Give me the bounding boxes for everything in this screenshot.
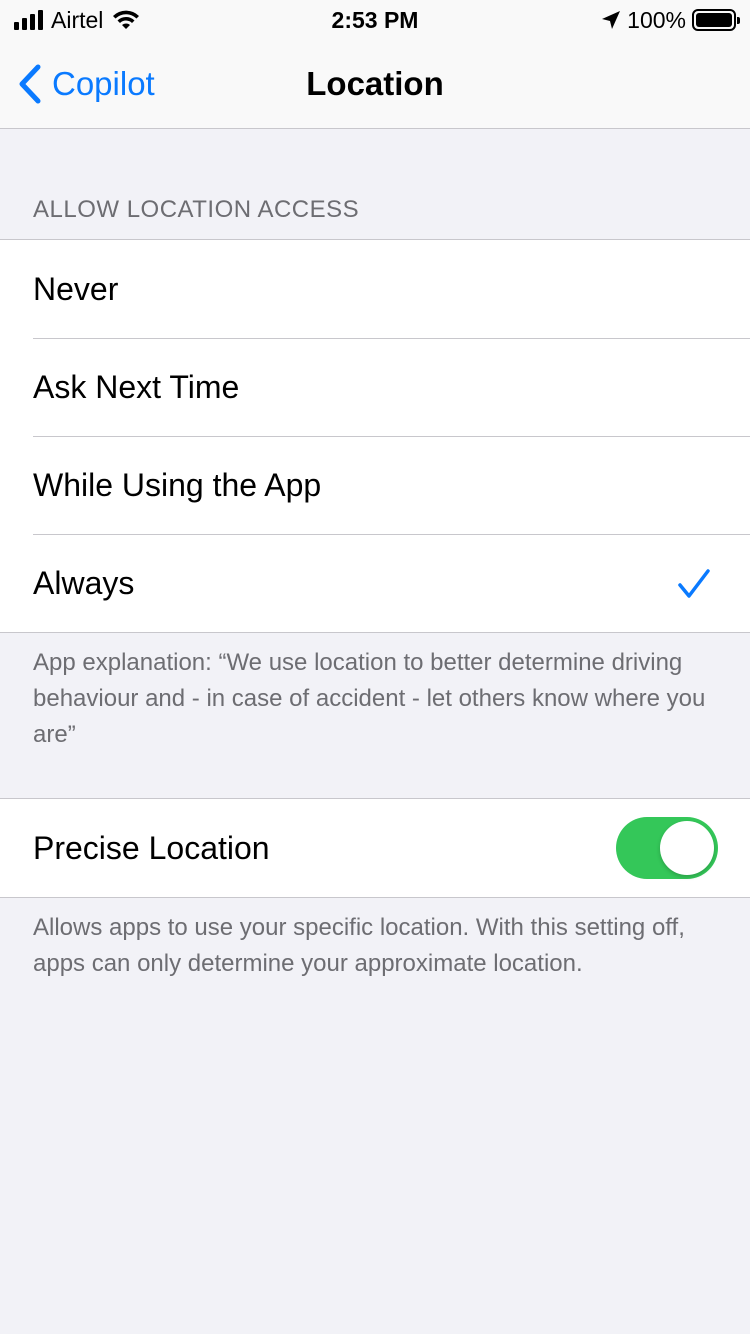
location-arrow-icon (602, 11, 621, 29)
option-label: Never (33, 270, 119, 307)
section-header-allow-location-access: ALLOW LOCATION ACCESS (33, 196, 360, 223)
precise-location-toggle[interactable] (616, 817, 718, 879)
screen: Airtel 2:53 PM 100% Copilot Location ALL… (0, 0, 750, 1334)
option-label: While Using the App (33, 466, 322, 503)
precise-location-label: Precise Location (33, 829, 270, 866)
option-label: Ask Next Time (33, 368, 240, 405)
option-ask-next-time[interactable]: Ask Next Time (0, 338, 750, 436)
precise-location-group: Precise Location (0, 798, 750, 898)
precise-location-description: Allows apps to use your specific locatio… (33, 914, 685, 977)
option-always[interactable]: Always (0, 534, 750, 632)
navigation-bar: Copilot Location (0, 40, 750, 129)
option-while-using-the-app[interactable]: While Using the App (0, 436, 750, 534)
battery-percentage: 100% (627, 6, 686, 33)
option-never[interactable]: Never (0, 240, 750, 338)
option-label: Always (33, 564, 135, 601)
toggle-knob (660, 821, 714, 875)
battery-icon (692, 9, 740, 31)
page-title: Location (306, 65, 444, 102)
app-explanation-text: App explanation: “We use location to bet… (33, 649, 706, 748)
status-bar: Airtel 2:53 PM 100% (0, 0, 750, 40)
checkmark-icon (678, 569, 710, 598)
status-right: 100% (601, 6, 740, 34)
location-access-options: Never Ask Next Time While Using the App … (0, 239, 750, 633)
precise-location-row: Precise Location (0, 799, 750, 897)
